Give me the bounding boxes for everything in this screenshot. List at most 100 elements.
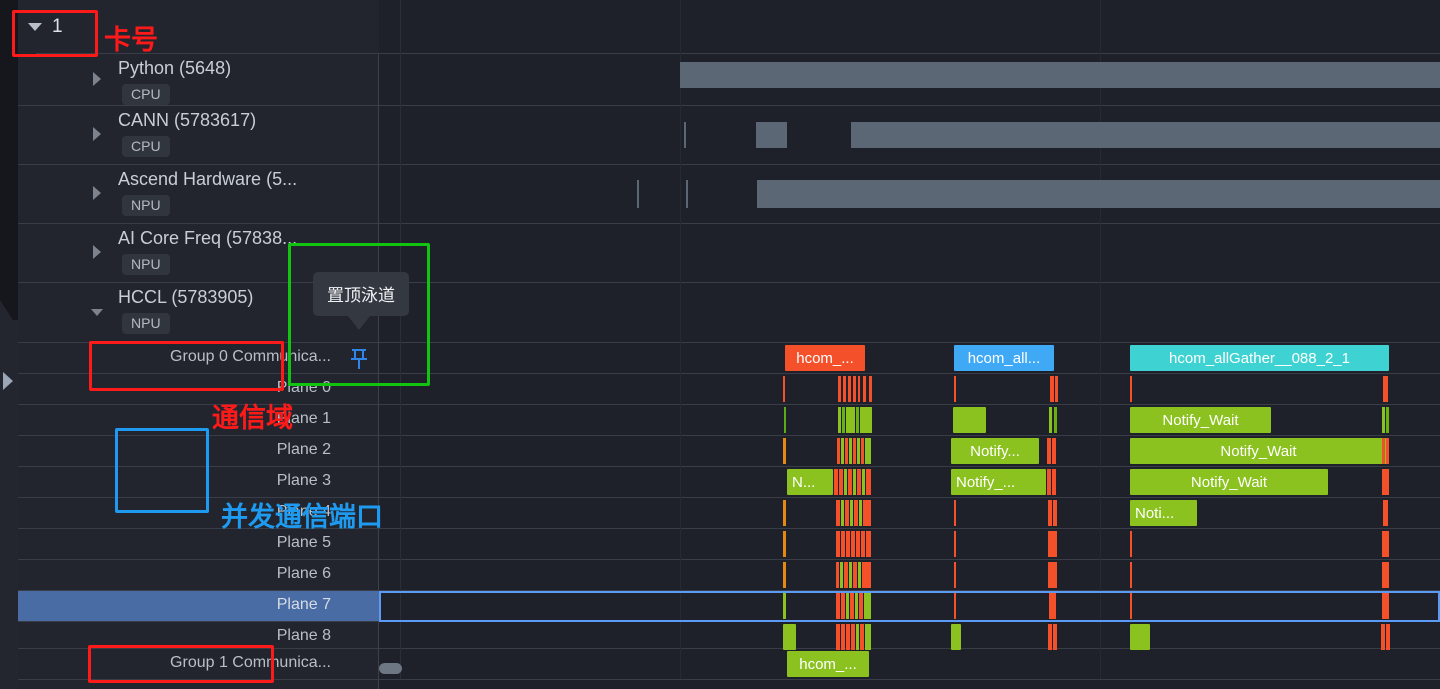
event-tick[interactable] [1053, 624, 1057, 650]
event-tick[interactable] [838, 407, 841, 433]
event-tick[interactable] [1130, 593, 1132, 619]
event-block[interactable] [951, 624, 961, 650]
event-block-notify-wait[interactable]: Notify_Wait [1130, 438, 1387, 464]
event-tick[interactable] [783, 562, 786, 588]
event-tick[interactable] [1130, 376, 1132, 402]
event-tick[interactable] [861, 531, 865, 557]
event-tick[interactable] [856, 531, 860, 557]
event-tick[interactable] [836, 500, 840, 526]
event-tick[interactable] [842, 407, 845, 433]
event-tick[interactable] [837, 438, 840, 464]
event-tick[interactable] [954, 562, 956, 588]
event-tick[interactable] [849, 562, 852, 588]
event-block[interactable] [953, 407, 986, 433]
event-tick[interactable] [857, 438, 860, 464]
event-tick[interactable] [850, 500, 853, 526]
event-tick[interactable] [845, 438, 848, 464]
chevron-down-icon[interactable] [91, 309, 103, 316]
event-tick[interactable] [1048, 624, 1052, 650]
event-tick[interactable] [855, 593, 858, 619]
event-block-notify[interactable]: Notify_... [951, 469, 1046, 495]
event-block-hcom-all[interactable]: hcom_all... [954, 345, 1054, 371]
event-tick[interactable] [841, 624, 845, 650]
event-tick[interactable] [851, 531, 855, 557]
event-tick[interactable] [1130, 531, 1132, 557]
event-tick[interactable] [841, 531, 845, 557]
chevron-right-icon[interactable] [93, 245, 101, 259]
event-block-notify-wait[interactable]: Notify_Wait [1130, 407, 1271, 433]
event-tick[interactable] [858, 376, 860, 402]
event-tick[interactable] [839, 469, 843, 495]
event-tick[interactable] [840, 562, 843, 588]
event-tick[interactable] [954, 531, 956, 557]
event-tick[interactable] [1055, 376, 1058, 402]
event-tick[interactable] [841, 438, 844, 464]
event-tick[interactable] [865, 438, 871, 464]
event-tick[interactable] [954, 593, 956, 619]
event-tick[interactable] [1383, 376, 1388, 402]
event-block-notify[interactable]: N... [787, 469, 833, 495]
event-tick[interactable] [857, 469, 861, 495]
event-tick[interactable] [1047, 469, 1051, 495]
event-tick[interactable] [864, 593, 871, 619]
event-block-hcom[interactable]: hcom_... [785, 345, 865, 371]
event-tick[interactable] [841, 593, 845, 619]
event-tick[interactable] [845, 500, 849, 526]
expand-panel-arrow-icon[interactable] [3, 372, 13, 390]
event-tick[interactable] [1048, 531, 1057, 557]
event-tick[interactable] [859, 593, 863, 619]
event-tick[interactable] [860, 407, 872, 433]
event-tick[interactable] [861, 438, 864, 464]
event-tick[interactable] [784, 407, 786, 433]
event-tick[interactable] [1381, 624, 1385, 650]
event-tick[interactable] [866, 469, 871, 495]
event-tick[interactable] [1130, 562, 1132, 588]
event-tick[interactable] [843, 376, 846, 402]
event-tick[interactable] [848, 376, 851, 402]
event-tick[interactable] [853, 469, 856, 495]
event-tick[interactable] [844, 469, 847, 495]
timeline-canvas[interactable]: hcom_... hcom_all... hcom_allGather__088… [379, 0, 1440, 689]
event-tick[interactable] [1382, 469, 1389, 495]
event-block-slab[interactable] [757, 180, 1440, 208]
event-tick[interactable] [856, 407, 859, 433]
event-tick[interactable] [1052, 438, 1056, 464]
chevron-right-icon[interactable] [93, 127, 101, 141]
event-tick[interactable] [1386, 438, 1389, 464]
event-tick[interactable] [1382, 593, 1389, 619]
event-tick[interactable] [850, 593, 854, 619]
event-tick[interactable] [838, 376, 841, 402]
event-tick[interactable] [1386, 407, 1389, 433]
event-block-notify[interactable]: Notify... [951, 438, 1039, 464]
event-tick[interactable] [1047, 438, 1051, 464]
event-tick[interactable] [846, 624, 850, 650]
event-tick[interactable] [853, 438, 856, 464]
event-block[interactable] [783, 624, 796, 650]
event-tick[interactable] [836, 531, 840, 557]
event-tick[interactable] [783, 531, 786, 557]
event-tick[interactable] [846, 531, 850, 557]
track-group-cann[interactable]: CANN (5783617) CPU [18, 106, 379, 164]
event-tick[interactable] [836, 562, 839, 588]
event-block-slab[interactable] [851, 122, 1440, 148]
event-tick[interactable] [846, 407, 855, 433]
event-tick[interactable] [783, 593, 786, 619]
event-tick[interactable] [783, 500, 786, 526]
event-tick[interactable] [1054, 407, 1057, 433]
event-tick[interactable] [1386, 624, 1390, 650]
event-block-notify-wait[interactable]: Notify_Wait [1130, 469, 1328, 495]
event-tick[interactable] [954, 376, 956, 402]
event-block-slab[interactable] [756, 122, 787, 148]
event-tick[interactable] [1049, 593, 1056, 619]
event-tick[interactable] [1382, 531, 1389, 557]
event-tick[interactable] [1050, 376, 1054, 402]
event-tick[interactable] [848, 469, 852, 495]
event-tick[interactable] [846, 593, 849, 619]
event-tick[interactable] [854, 500, 858, 526]
event-tick[interactable] [783, 376, 785, 402]
event-block-hcom[interactable]: hcom_... [787, 651, 869, 677]
event-block-tick[interactable] [684, 122, 686, 148]
event-tick[interactable] [865, 624, 871, 650]
event-tick[interactable] [1052, 469, 1056, 495]
event-tick[interactable] [1049, 407, 1052, 433]
